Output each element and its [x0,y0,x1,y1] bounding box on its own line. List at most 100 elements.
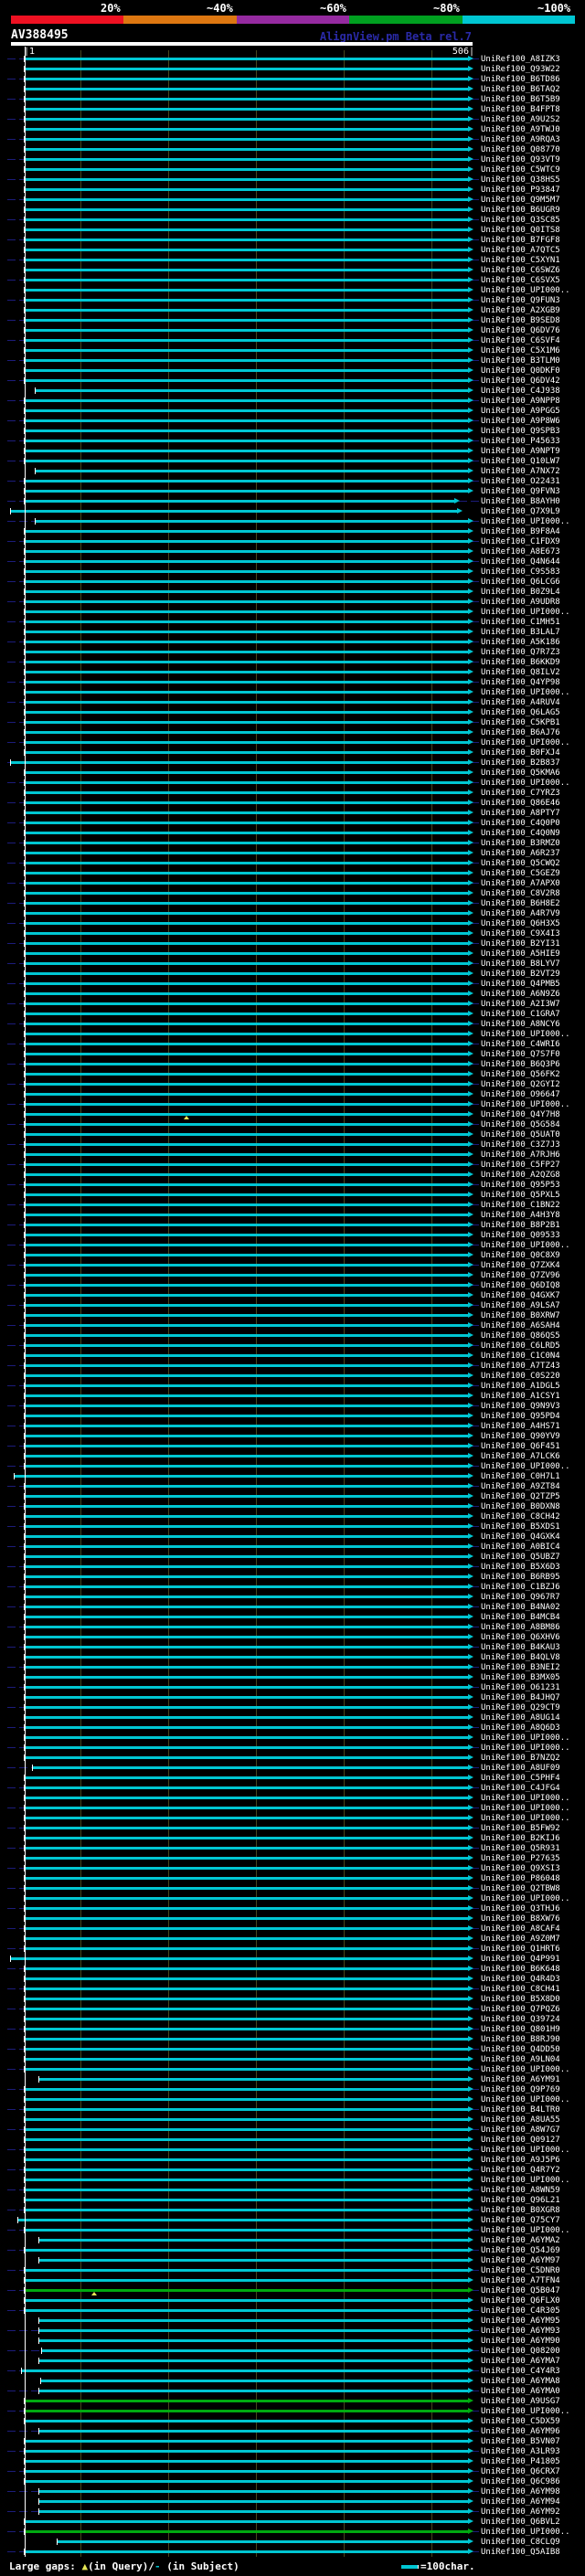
hit-span-bar[interactable] [25,1312,473,1318]
hit-span-bar[interactable] [25,1915,473,1921]
hit-label[interactable]: UniRef100_UPI000.. [481,1744,570,1753]
hit-span-bar[interactable] [25,297,473,302]
hit-span-bar[interactable] [25,2207,473,2212]
hit-label[interactable]: UniRef100_C6LRD5 [481,1341,560,1351]
hit-span-bar[interactable] [25,2247,473,2253]
hit-label[interactable]: UniRef100_A8UF09 [481,1764,560,1773]
hit-label[interactable]: UniRef100_B9SED8 [481,316,560,325]
hit-label[interactable]: UniRef100_B6RB95 [481,1573,560,1582]
hit-span-bar[interactable] [25,568,473,574]
hit-label[interactable]: UniRef100_Q1HRT6 [481,1945,560,1954]
hit-span-bar[interactable] [25,1845,473,1850]
hit-label[interactable]: UniRef100_Q8ILV2 [481,668,560,677]
hit-span-bar[interactable] [25,458,473,463]
hit-label[interactable]: UniRef100_A2I3W7 [481,1000,560,1009]
hit-label[interactable]: UniRef100_UPI000.. [481,1794,570,1803]
hit-span-bar[interactable] [25,237,473,242]
hit-span-bar[interactable] [25,588,473,594]
hit-label[interactable]: UniRef100_C1C0N4 [481,1352,560,1361]
hit-label[interactable]: UniRef100_B6K648 [481,1965,560,1974]
hit-label[interactable]: UniRef100_A6N9Z6 [481,990,560,999]
hit-span-bar[interactable] [25,1543,473,1549]
hit-span-bar[interactable] [25,578,473,584]
hit-label[interactable]: UniRef100_UPI000.. [481,2528,570,2537]
hit-span-bar[interactable] [25,1131,473,1137]
hit-span-bar[interactable] [25,1966,473,1971]
hit-span-bar[interactable] [25,56,473,61]
hit-label[interactable]: UniRef100_A8CAF4 [481,1924,560,1934]
hit-label[interactable]: UniRef100_B5X6D3 [481,1563,560,1572]
hit-label[interactable]: UniRef100_A7QTC5 [481,246,560,255]
hit-span-bar[interactable] [25,1584,473,1589]
hit-span-bar[interactable] [25,1081,473,1087]
hit-label[interactable]: UniRef100_A8IZK3 [481,55,560,64]
hit-span-bar[interactable] [25,1553,473,1559]
hit-label[interactable]: UniRef100_B0Z9L4 [481,588,560,597]
hit-label[interactable]: UniRef100_C1BN22 [481,1201,560,1210]
hit-label[interactable]: UniRef100_UPI000.. [481,738,570,747]
hit-label[interactable]: UniRef100_C6SWZ6 [481,266,560,275]
hit-span-bar[interactable] [25,1393,473,1398]
hit-span-bar[interactable] [25,1855,473,1860]
hit-span-bar[interactable] [25,2036,473,2041]
hit-span-bar[interactable] [25,2126,473,2132]
hit-label[interactable]: UniRef100_A7RJH6 [481,1150,560,1160]
hit-span-bar[interactable] [25,438,473,443]
hit-label[interactable]: UniRef100_A9J5P6 [481,2156,560,2165]
hit-span-bar[interactable] [25,749,473,755]
hit-label[interactable]: UniRef100_Q6C986 [481,2477,560,2486]
hit-label[interactable]: UniRef100_C4JFG4 [481,1784,560,1793]
hit-span-bar[interactable] [25,1714,473,1720]
hit-label[interactable]: UniRef100_Q5R931 [481,1844,560,1853]
hit-span-bar[interactable] [25,709,473,715]
hit-label[interactable]: UniRef100_Q9XSI3 [481,1864,560,1873]
hit-label[interactable]: UniRef100_Q6FLX0 [481,2296,560,2306]
hit-span-bar[interactable] [33,1765,473,1770]
hit-span-bar[interactable] [25,1101,473,1107]
hit-span-bar[interactable] [25,347,473,353]
hit-label[interactable]: UniRef100_A7TZ43 [481,1362,560,1371]
hit-span-bar[interactable] [25,1724,473,1730]
hit-label[interactable]: UniRef100_Q86QS5 [481,1331,560,1341]
hit-label[interactable]: UniRef100_Q6LAG5 [481,708,560,717]
hit-label[interactable]: UniRef100_B4LTR0 [481,2105,560,2115]
hit-span-bar[interactable] [25,1091,473,1097]
hit-label[interactable]: UniRef100_O22431 [481,477,560,486]
hit-span-bar[interactable] [25,1694,473,1700]
hit-label[interactable]: UniRef100_B4FPT8 [481,105,560,114]
hit-label[interactable]: UniRef100_Q95P53 [481,1181,560,1190]
hit-span-bar[interactable] [25,2528,473,2534]
hit-span-bar[interactable] [25,2136,473,2142]
hit-span-bar[interactable] [25,1252,473,1257]
hit-span-bar[interactable] [11,1956,473,1961]
hit-span-bar[interactable] [25,1664,473,1670]
hit-span-bar[interactable] [25,981,473,986]
hit-span-bar[interactable] [25,2086,473,2092]
hit-span-bar[interactable] [25,609,473,614]
hit-span-bar[interactable] [25,2016,473,2021]
hit-label[interactable]: UniRef100_C5KPB1 [481,718,560,727]
hit-span-bar[interactable] [25,2187,473,2192]
hit-span-bar[interactable] [25,1905,473,1911]
hit-span-bar[interactable] [39,2428,473,2433]
hit-label[interactable]: UniRef100_Q4YP98 [481,678,560,687]
hit-label[interactable]: UniRef100_P27635 [481,1854,560,1863]
hit-span-bar[interactable] [25,186,473,192]
hit-span-bar[interactable] [25,207,473,212]
hit-label[interactable]: UniRef100_A6YMA2 [481,2236,560,2245]
hit-span-bar[interactable] [25,2006,473,2011]
hit-span-bar[interactable] [25,1533,473,1539]
hit-span-bar[interactable] [25,1523,473,1529]
hit-label[interactable]: UniRef100_B5XDS1 [481,1522,560,1532]
hit-label[interactable]: UniRef100_B6TD86 [481,75,560,84]
hit-label[interactable]: UniRef100_Q7R7Z3 [481,648,560,657]
hit-span-bar[interactable] [25,850,473,855]
hit-span-bar[interactable] [22,2368,473,2373]
hit-label[interactable]: UniRef100_A6YM96 [481,2427,560,2436]
hit-label[interactable]: UniRef100_A9PGG5 [481,407,560,416]
hit-span-bar[interactable] [25,217,473,222]
hit-label[interactable]: UniRef100_C3Z7J3 [481,1140,560,1150]
hit-label[interactable]: UniRef100_Q93W22 [481,65,560,74]
hit-span-bar[interactable] [25,2066,473,2072]
hit-label[interactable]: UniRef100_A6YMA7 [481,2357,560,2366]
